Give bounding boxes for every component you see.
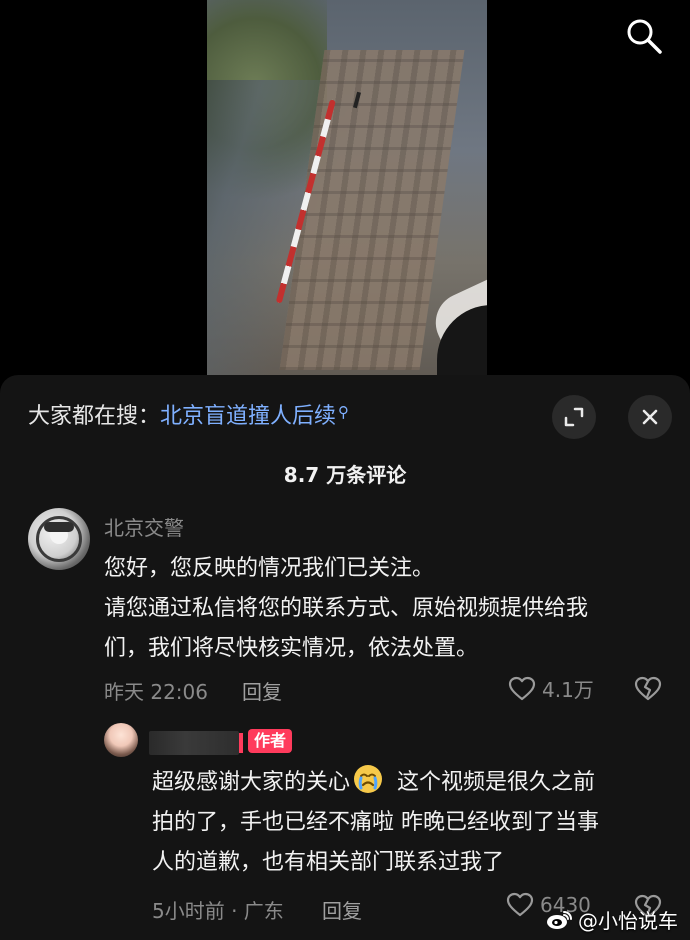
redaction-mark [239, 733, 243, 753]
comment-count: 8.7 万条评论 [283, 463, 407, 487]
video-area[interactable] [0, 0, 690, 375]
reply-avatar[interactable] [104, 723, 138, 757]
comment-text-line: 们，我们将尽快核实情况，依法处置。 [104, 636, 479, 661]
comment-panel: 大家都在搜：北京盲道撞人后续 ⚲ 8.7 万条评论 北京交警 您好，您反映的情况… [0, 375, 690, 940]
watermark-text: @小怡说车 [578, 909, 678, 933]
comment-text-line: 请您通过私信将您的联系方式、原始视频提供给我 [104, 596, 589, 621]
comment-time: 昨天 22:06 [104, 680, 208, 704]
expand-icon [564, 407, 584, 427]
screen: 大家都在搜：北京盲道撞人后续 ⚲ 8.7 万条评论 北京交警 您好，您反映的情况… [0, 0, 690, 940]
reply-username-redacted[interactable] [149, 731, 243, 755]
comment-text-line: 您好，您反映的情况我们已关注。 [104, 556, 435, 581]
reply-to-reply-button[interactable]: 回复 [322, 895, 362, 924]
reply-button[interactable]: 回复 [242, 676, 282, 705]
reply-text-line: 人的道歉，也有相关部门联系过我了 [152, 850, 505, 875]
comment-username[interactable]: 北京交警 [104, 512, 184, 541]
avatar-hat [44, 522, 74, 532]
dislike-button[interactable] [634, 676, 662, 702]
reply-text-line: 拍的了，手也已经不痛啦 昨晚已经收到了当事 [152, 810, 599, 835]
broken-heart-icon [634, 676, 662, 701]
trending-query-link[interactable]: 北京盲道撞人后续 [160, 404, 336, 429]
video-frame [207, 0, 487, 375]
weibo-logo-icon [547, 910, 572, 929]
small-search-icon: ⚲ [338, 403, 350, 421]
watermark: @小怡说车 [546, 905, 678, 934]
heart-outline-icon [508, 676, 536, 700]
author-badge: 作者 [248, 729, 293, 753]
reply-text: 超级感谢大家的关心 这个视频是很久之前 拍的了，手也已经不痛啦 昨晚已经收到了当… [152, 763, 672, 883]
search-icon [627, 19, 662, 54]
like-button[interactable]: 4.1万 [508, 674, 594, 703]
heart-outline-icon [506, 892, 534, 917]
search-button[interactable] [622, 14, 666, 58]
reply-text-part: 这个视频是很久之前 [390, 770, 596, 795]
close-icon [642, 409, 658, 425]
comment-text: 您好，您反映的情况我们已关注。 请您通过私信将您的联系方式、原始视频提供给我 们… [104, 549, 664, 669]
reply-time-location: 5小时前 · 广东 [152, 899, 284, 923]
close-button[interactable] [628, 395, 672, 439]
reply-text-line: 超级感谢大家的关心 这个视频是很久之前 [152, 763, 672, 803]
comment-topbar: 大家都在搜：北京盲道撞人后续 ⚲ [0, 375, 690, 457]
expand-button[interactable] [552, 395, 596, 439]
trending-search[interactable]: 大家都在搜：北京盲道撞人后续 ⚲ [28, 403, 349, 432]
avatar[interactable] [28, 508, 90, 570]
like-count: 4.1万 [542, 678, 594, 702]
reply-text-part: 超级感谢大家的关心 [152, 770, 351, 795]
crying-face-emoji [354, 765, 383, 793]
trending-prefix: 大家都在搜： [28, 404, 161, 429]
